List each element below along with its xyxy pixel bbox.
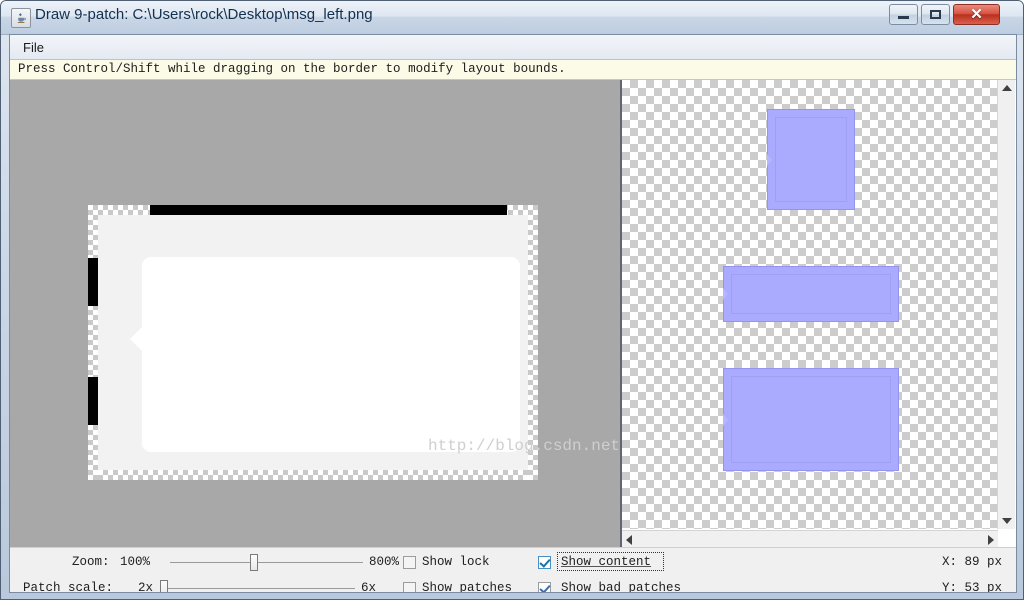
preview-wide-short: [723, 266, 899, 322]
zoom-label: Zoom:: [72, 555, 110, 569]
minimize-button[interactable]: [889, 4, 918, 25]
preview-tail: [723, 413, 728, 426]
message-bubble: [142, 257, 520, 452]
control-panel: Zoom: 100% 800% Patch scale: 2x 6x Show …: [10, 547, 1016, 592]
application-window: Draw 9-patch: C:\Users\rock\Desktop\msg_…: [0, 0, 1024, 600]
preview-content-outline: [731, 376, 891, 463]
cursor-x-coordinate: X: 89 px: [941, 555, 1002, 569]
patch-scale-slider-thumb[interactable]: [160, 580, 168, 592]
show-bad-patches-label[interactable]: Show bad patches: [561, 581, 681, 592]
patch-body: http://blog.csdn.net: [98, 215, 620, 470]
title-bar[interactable]: Draw 9-patch: C:\Users\rock\Desktop\msg_…: [1, 1, 1023, 35]
scroll-right-icon[interactable]: [988, 535, 994, 545]
zoom-max-label: 800%: [369, 555, 400, 569]
patch-scale-min-label: 2x: [138, 581, 154, 593]
patch-border-left[interactable]: [88, 205, 98, 480]
show-patches-label[interactable]: Show patches: [422, 581, 512, 592]
preview-content-outline: [775, 117, 847, 202]
maximize-button[interactable]: [921, 4, 950, 25]
patch-scale-slider-track[interactable]: [162, 588, 355, 589]
stretch-marker-left-lower[interactable]: [88, 377, 98, 425]
show-lock-label[interactable]: Show lock: [422, 555, 490, 569]
patch-border-bottom[interactable]: [88, 470, 538, 480]
show-lock-checkbox[interactable]: [403, 556, 416, 569]
scroll-up-icon[interactable]: [1002, 85, 1012, 91]
close-button[interactable]: ✕: [953, 4, 1000, 25]
preview-wide-tall: [723, 368, 899, 471]
patch-scale-max-label: 6x: [361, 581, 377, 593]
zoom-slider-track[interactable]: [170, 562, 363, 563]
maximize-icon: [930, 10, 941, 19]
message-bubble-tail: [130, 325, 144, 353]
hint-text: Press Control/Shift while dragging on th…: [18, 62, 566, 76]
ninepatch-image[interactable]: http://blog.csdn.net: [88, 205, 620, 480]
split-area: http://blog.csdn.net: [10, 80, 1016, 549]
stretch-marker-top[interactable]: [150, 205, 507, 215]
show-content-label[interactable]: Show content: [561, 555, 651, 569]
close-icon: ✕: [970, 6, 983, 23]
watermark-text: http://blog.csdn.net: [428, 437, 620, 455]
cursor-y-coordinate: Y: 53 px: [941, 581, 1002, 593]
window-title: Draw 9-patch: C:\Users\rock\Desktop\msg_…: [35, 6, 373, 23]
show-patches-checkbox[interactable]: [403, 582, 416, 592]
preview-content-outline: [731, 274, 891, 314]
preview-small: [767, 109, 855, 210]
hint-bar: Press Control/Shift while dragging on th…: [10, 60, 1016, 80]
ninepatch-editor-canvas[interactable]: http://blog.csdn.net: [10, 80, 620, 549]
show-bad-patches-checkbox[interactable]: [538, 582, 551, 592]
menu-bar: File: [10, 35, 1016, 60]
client-area: File Press Control/Shift while dragging …: [9, 34, 1017, 593]
stretch-marker-left-upper[interactable]: [88, 258, 98, 306]
preview-tail: [723, 288, 728, 300]
java-cup-icon: [11, 8, 31, 28]
preview-tail: [767, 153, 772, 166]
preview-vertical-scrollbar[interactable]: [997, 80, 1015, 529]
menu-item-file[interactable]: File: [16, 38, 51, 57]
scroll-down-icon[interactable]: [1002, 518, 1012, 524]
preview-panel: [622, 80, 1016, 549]
patch-scale-label: Patch scale:: [23, 581, 114, 593]
zoom-slider-thumb[interactable]: [250, 554, 258, 571]
preview-canvas[interactable]: [622, 80, 998, 529]
show-content-checkbox[interactable]: [538, 556, 551, 569]
preview-horizontal-scrollbar[interactable]: [622, 530, 998, 548]
scroll-left-icon[interactable]: [626, 535, 632, 545]
zoom-min-label: 100%: [120, 555, 151, 569]
minimize-icon: [898, 15, 909, 19]
